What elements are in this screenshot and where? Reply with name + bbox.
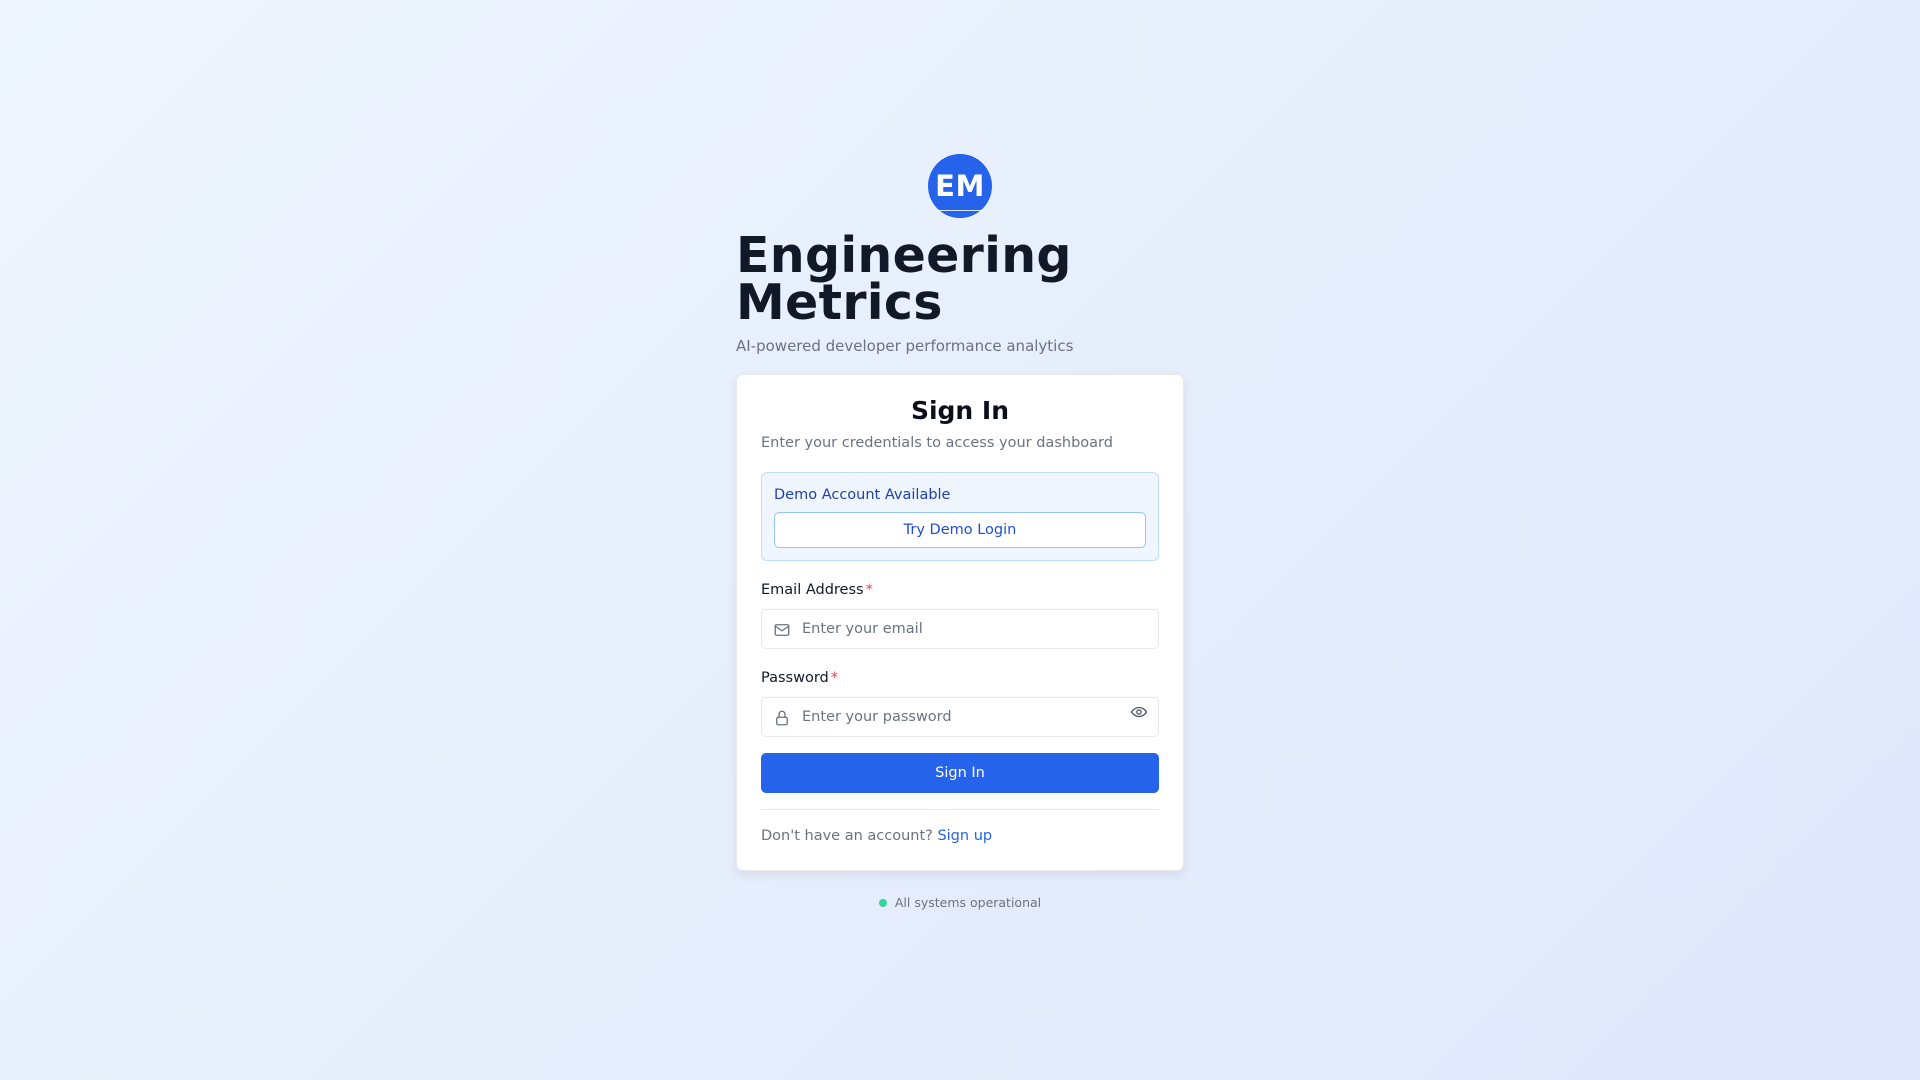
email-required-mark: * (865, 582, 873, 598)
sign-up-link[interactable]: Sign up (937, 828, 992, 844)
divider (761, 809, 1159, 810)
app-title: Engineering Metrics (736, 231, 1184, 327)
signin-card: Sign In Enter your credentials to access… (736, 374, 1184, 871)
card-subtitle: Enter your credentials to access your da… (761, 435, 1113, 451)
logo-underline (938, 210, 982, 211)
eye-icon[interactable] (1130, 703, 1148, 721)
mail-icon (774, 624, 790, 636)
password-field-wrapper (761, 697, 1159, 737)
demo-account-box: Demo Account Available Try Demo Login (761, 472, 1159, 561)
lock-icon (776, 710, 788, 726)
signup-prompt: Don't have an account? (761, 828, 933, 844)
password-label: Password * (761, 668, 1159, 688)
app-logo: EM (928, 154, 992, 218)
email-label: Email Address * (761, 580, 1159, 600)
password-required-mark: * (830, 670, 838, 686)
status-text: All systems operational (894, 895, 1042, 910)
password-input[interactable] (762, 698, 1158, 736)
logo-text: EM (935, 169, 985, 203)
card-title: Sign In (910, 396, 1010, 425)
try-demo-login-button[interactable]: Try Demo Login (774, 512, 1146, 548)
signup-row: Don't have an account? Sign up (761, 826, 1159, 846)
email-input[interactable] (762, 610, 1158, 648)
app-subtitle: AI-powered developer performance analyti… (736, 337, 1074, 355)
status-dot-icon (878, 898, 887, 907)
email-field-wrapper (761, 609, 1159, 649)
password-label-text: Password (761, 670, 829, 686)
email-label-text: Email Address (761, 582, 864, 598)
system-status: All systems operational (736, 895, 1184, 910)
demo-account-label: Demo Account Available (774, 487, 951, 503)
app-title-line2: Metrics (736, 274, 943, 331)
sign-in-button[interactable]: Sign In (761, 753, 1159, 793)
login-container: EM Engineering Metrics AI-powered develo… (736, 154, 1184, 910)
